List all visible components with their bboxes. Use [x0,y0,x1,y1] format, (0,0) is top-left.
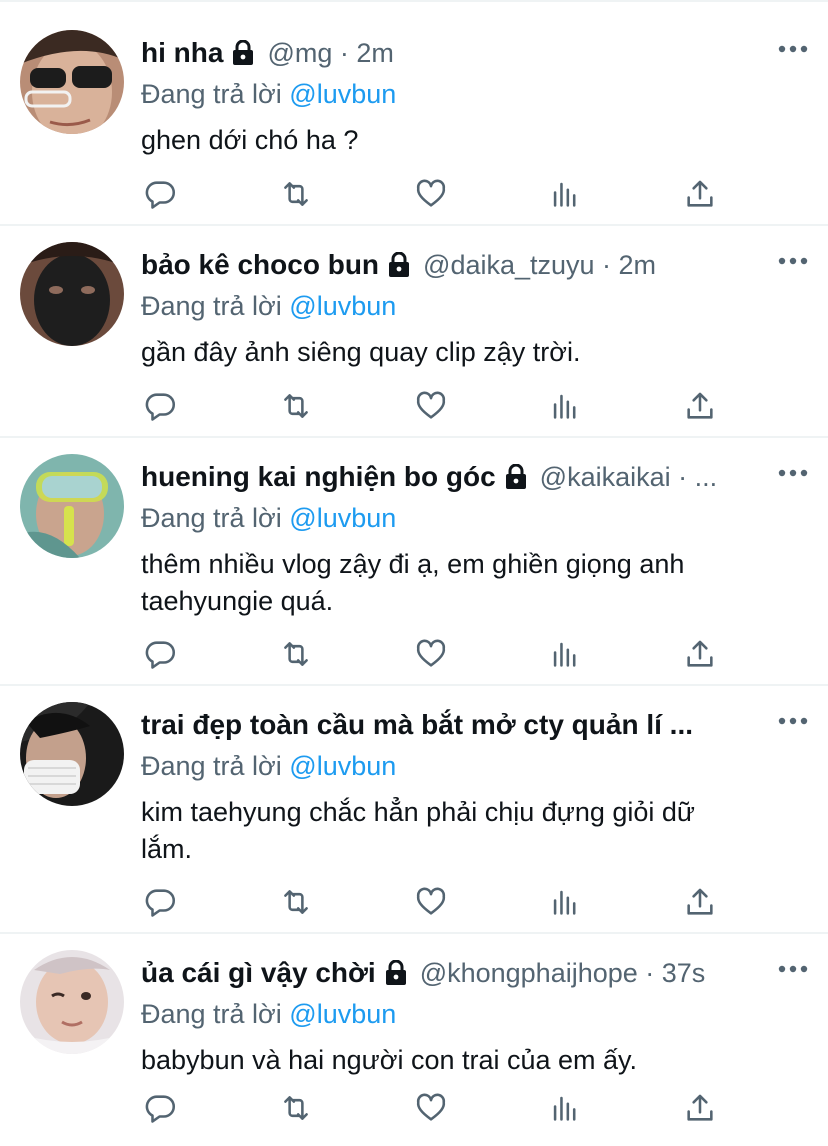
tweet-text: ghen dới chó ha ? [141,125,359,155]
display-name[interactable]: ủa cái gì vậy chời [141,957,376,989]
handle-time[interactable]: @khongphaijhope · 37s [420,958,706,989]
tweet[interactable]: bảo kê choco bun @daika_tzuyu · 2m Đang … [0,226,828,438]
reply-handle-link[interactable]: @luvbun [289,503,396,533]
heart-icon[interactable] [411,174,451,214]
lock-icon [504,464,528,490]
share-icon[interactable] [680,882,720,922]
stats-icon[interactable] [545,882,585,922]
avatar[interactable] [20,702,124,806]
tweet[interactable]: hi nha @mg · 2m Đang trả lời @luvbun ghe… [0,2,828,226]
action-bar [141,882,720,922]
reply-handle-link[interactable]: @luvbun [289,751,396,781]
action-bar [141,1088,720,1128]
handle-time[interactable]: @mg · 2m [267,38,393,69]
handle-time[interactable]: @kaikaikai · ... [540,462,717,493]
reply-icon[interactable] [141,386,181,426]
more-icon[interactable] [778,468,808,482]
reply-icon[interactable] [141,174,181,214]
heart-icon[interactable] [411,882,451,922]
more-icon[interactable] [778,716,808,730]
heart-icon[interactable] [411,1088,451,1128]
reply-handle-link[interactable]: @luvbun [289,79,396,109]
reply-prefix: Đang trả lời [141,291,282,321]
reply-icon[interactable] [141,634,181,674]
reply-prefix: Đang trả lời [141,79,282,109]
display-name[interactable]: bảo kê choco bun [141,249,379,281]
retweet-icon[interactable] [276,634,316,674]
reply-prefix: Đang trả lời [141,751,282,781]
avatar[interactable] [20,242,124,346]
more-icon[interactable] [778,256,808,270]
replying-to: Đang trả lời @luvbun [141,286,808,326]
tweet[interactable]: huening kai nghiện bo góc @kaikaikai · .… [0,438,828,686]
reply-handle-link[interactable]: @luvbun [289,999,396,1029]
action-bar [141,386,720,426]
heart-icon[interactable] [411,386,451,426]
retweet-icon[interactable] [276,1088,316,1128]
avatar[interactable] [20,454,124,558]
retweet-icon[interactable] [276,882,316,922]
tweet-text: gần đây ảnh siêng quay clip zậy trời. [141,337,581,367]
reply-icon[interactable] [141,882,181,922]
tweet[interactable]: trai đẹp toàn cầu mà bắt mở cty quản lí … [0,686,828,934]
stats-icon[interactable] [545,1088,585,1128]
reply-icon[interactable] [141,1088,181,1128]
tweet[interactable]: ủa cái gì vậy chời @khongphaijhope · 37s… [0,934,828,1146]
stats-icon[interactable] [545,386,585,426]
tweet-text: babybun và hai người con trai của em ấy. [141,1045,638,1075]
replying-to: Đang trả lời @luvbun [141,994,808,1034]
lock-icon [387,252,411,278]
reply-prefix: Đang trả lời [141,999,282,1029]
tweet-text: thêm nhiều vlog zậy đi ạ, em ghiền giọng… [141,549,685,616]
replying-to: Đang trả lời @luvbun [141,74,808,114]
stats-icon[interactable] [545,634,585,674]
reply-prefix: Đang trả lời [141,503,282,533]
action-bar [141,174,720,214]
lock-icon [384,960,408,986]
share-icon[interactable] [680,386,720,426]
retweet-icon[interactable] [276,174,316,214]
tweet-text: kim taehyung chắc hẳn phải chịu đựng giỏ… [141,797,696,864]
share-icon[interactable] [680,174,720,214]
more-icon[interactable] [778,964,808,978]
avatar[interactable] [20,950,124,1054]
heart-icon[interactable] [411,634,451,674]
replying-to: Đang trả lời @luvbun [141,498,808,538]
handle-time[interactable]: @daika_tzuyu · 2m [423,250,656,281]
avatar[interactable] [20,30,124,134]
stats-icon[interactable] [545,174,585,214]
more-icon[interactable] [778,44,808,58]
reply-handle-link[interactable]: @luvbun [289,291,396,321]
display-name[interactable]: trai đẹp toàn cầu mà bắt mở cty quản lí … [141,709,693,741]
display-name[interactable]: hi nha [141,37,223,69]
display-name[interactable]: huening kai nghiện bo góc [141,461,496,493]
lock-icon [231,40,255,66]
replying-to: Đang trả lời @luvbun [141,746,808,786]
retweet-icon[interactable] [276,386,316,426]
share-icon[interactable] [680,1088,720,1128]
share-icon[interactable] [680,634,720,674]
action-bar [141,634,720,674]
